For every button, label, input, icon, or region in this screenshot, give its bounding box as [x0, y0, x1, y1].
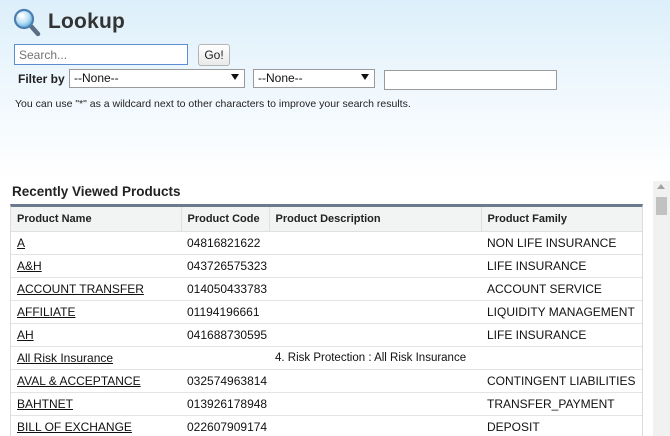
table-row: A&H 043726575323 LIFE INSURANCE	[11, 254, 642, 278]
product-family: CONTINGENT LIABILITIES	[481, 369, 642, 393]
product-code: 013926178948	[181, 392, 269, 416]
product-code: 014050433783	[181, 277, 269, 301]
product-description: 4. Risk Protection : All Risk Insurance	[269, 346, 481, 370]
product-code: 01194196661	[181, 300, 269, 324]
product-family: NON LIFE INSURANCE	[481, 231, 642, 255]
page-title: Lookup	[48, 10, 126, 33]
product-description	[269, 300, 481, 324]
table-row: AFFILIATE 01194196661 LIQUIDITY MANAGEME…	[11, 300, 642, 324]
product-family: LIQUIDITY MANAGEMENT	[481, 300, 642, 324]
product-family: TRANSFER_PAYMENT	[481, 392, 642, 416]
product-code: 022607909174	[181, 415, 269, 436]
column-header-product-name[interactable]: Product Name	[11, 207, 182, 232]
scroll-thumb[interactable]	[656, 197, 667, 215]
product-family: DEPOSIT	[481, 415, 642, 436]
product-family: ACCOUNT SERVICE	[481, 277, 642, 301]
scroll-up-arrow-icon[interactable]	[657, 184, 665, 189]
product-family: LIFE INSURANCE	[481, 254, 642, 278]
filter-field-select[interactable]: --None--	[69, 69, 245, 88]
product-description	[269, 277, 481, 301]
product-link[interactable]: AVAL & ACCEPTANCE	[17, 374, 141, 388]
help-text: You can use "*" as a wildcard next to ot…	[15, 98, 411, 110]
product-code	[181, 346, 269, 370]
table-row: AH 041688730595 LIFE INSURANCE	[11, 323, 642, 347]
results-table: Product Name Product Code Product Descri…	[11, 207, 642, 436]
product-link[interactable]: All Risk Insurance	[17, 351, 113, 365]
product-description	[269, 415, 481, 436]
vertical-scrollbar[interactable]	[653, 181, 670, 436]
product-link[interactable]: BAHTNET	[17, 397, 73, 411]
table-row: AVAL & ACCEPTANCE 032574963814 CONTINGEN…	[11, 369, 642, 393]
table-row: A 04816821622 NON LIFE INSURANCE	[11, 231, 642, 255]
table-row: BILL OF EXCHANGE 022607909174 DEPOSIT	[11, 415, 642, 436]
go-button[interactable]: Go!	[198, 44, 230, 66]
results-table-container: Product Name Product Code Product Descri…	[10, 204, 643, 436]
product-description	[269, 369, 481, 393]
section-title: Recently Viewed Products	[12, 184, 181, 199]
chevron-down-icon	[231, 74, 239, 80]
product-link[interactable]: AFFILIATE	[17, 305, 75, 319]
product-link[interactable]: AH	[17, 328, 34, 342]
product-description	[269, 392, 481, 416]
table-row: ACCOUNT TRANSFER 014050433783 ACCOUNT SE…	[11, 277, 642, 301]
table-row: All Risk Insurance 4. Risk Protection : …	[11, 346, 642, 370]
search-input[interactable]	[14, 44, 188, 65]
product-link[interactable]: A	[17, 236, 25, 250]
filter-operator-select-value: --None--	[258, 71, 303, 85]
filter-label: Filter by	[18, 72, 65, 86]
product-family: LIFE INSURANCE	[481, 323, 642, 347]
product-family	[481, 346, 642, 370]
product-description	[269, 231, 481, 255]
chevron-down-icon	[361, 74, 369, 80]
column-header-product-description[interactable]: Product Description	[269, 207, 482, 232]
product-description	[269, 254, 481, 278]
table-header-row: Product Name Product Code Product Descri…	[11, 207, 642, 232]
product-code: 041688730595	[181, 323, 269, 347]
table-row: BAHTNET 013926178948 TRANSFER_PAYMENT	[11, 392, 642, 416]
product-link[interactable]: A&H	[17, 259, 42, 273]
filter-field-select-value: --None--	[74, 71, 119, 85]
product-description	[269, 323, 481, 347]
column-header-product-code[interactable]: Product Code	[181, 207, 270, 232]
product-link[interactable]: ACCOUNT TRANSFER	[17, 282, 144, 296]
product-code: 04816821622	[181, 231, 269, 255]
filter-value-input[interactable]	[384, 70, 557, 90]
page-header: Lookup	[12, 6, 125, 38]
column-header-product-family[interactable]: Product Family	[481, 207, 642, 232]
product-link[interactable]: BILL OF EXCHANGE	[17, 420, 132, 434]
magnifier-icon	[12, 7, 42, 37]
product-code: 032574963814	[181, 369, 269, 393]
product-code: 043726575323	[181, 254, 269, 278]
filter-operator-select[interactable]: --None--	[253, 69, 375, 88]
